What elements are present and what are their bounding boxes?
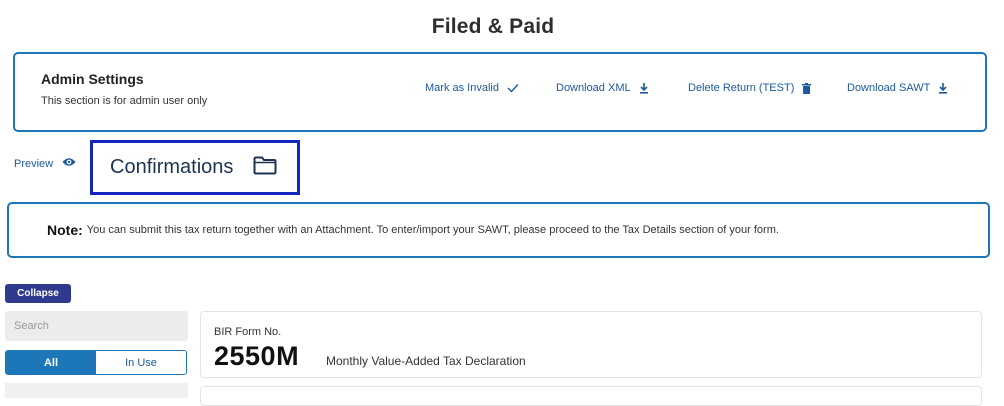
admin-settings-panel: Admin Settings This section is for admin… bbox=[13, 52, 987, 132]
download-xml-label: Download XML bbox=[556, 82, 631, 94]
download-icon bbox=[938, 82, 948, 94]
note-label: Note: bbox=[47, 222, 83, 238]
form-code: 2550M bbox=[214, 341, 300, 371]
confirmations-button[interactable]: Confirmations bbox=[90, 140, 300, 195]
admin-settings-title: Admin Settings bbox=[41, 71, 144, 87]
download-xml-button[interactable]: Download XML bbox=[556, 82, 649, 94]
collapse-button[interactable]: Collapse bbox=[5, 284, 71, 303]
download-icon bbox=[639, 82, 649, 94]
note-banner: Note: You can submit this tax return tog… bbox=[7, 202, 990, 258]
delete-return-label: Delete Return (TEST) bbox=[688, 82, 795, 94]
folder-icon bbox=[253, 156, 277, 180]
search-input[interactable] bbox=[5, 311, 188, 341]
confirmations-label: Confirmations bbox=[110, 156, 234, 178]
mark-invalid-label: Mark as Invalid bbox=[425, 82, 499, 94]
admin-settings-subtitle: This section is for admin user only bbox=[41, 95, 208, 107]
sidebar-list bbox=[5, 383, 188, 398]
filter-toggle: All In Use bbox=[5, 350, 187, 375]
eye-icon bbox=[62, 157, 76, 170]
page-title: Filed & Paid bbox=[431, 15, 555, 38]
check-icon bbox=[507, 83, 519, 93]
preview-link[interactable]: Preview bbox=[14, 157, 76, 170]
mark-invalid-button[interactable]: Mark as Invalid bbox=[425, 82, 519, 94]
preview-label: Preview bbox=[14, 157, 54, 170]
note-text: You can submit this tax return together … bbox=[86, 224, 779, 236]
filter-in-use-button[interactable]: In Use bbox=[96, 351, 186, 374]
form-number-label: BIR Form No. bbox=[214, 326, 282, 338]
section-card bbox=[200, 386, 982, 406]
trash-icon bbox=[802, 82, 812, 94]
form-card: BIR Form No. 2550M Monthly Value-Added T… bbox=[200, 311, 982, 378]
filter-all-button[interactable]: All bbox=[6, 351, 96, 374]
download-sawt-button[interactable]: Download SAWT bbox=[847, 82, 948, 94]
form-description: Monthly Value-Added Tax Declaration bbox=[326, 354, 526, 368]
delete-return-button[interactable]: Delete Return (TEST) bbox=[688, 82, 812, 94]
download-sawt-label: Download SAWT bbox=[847, 82, 931, 94]
